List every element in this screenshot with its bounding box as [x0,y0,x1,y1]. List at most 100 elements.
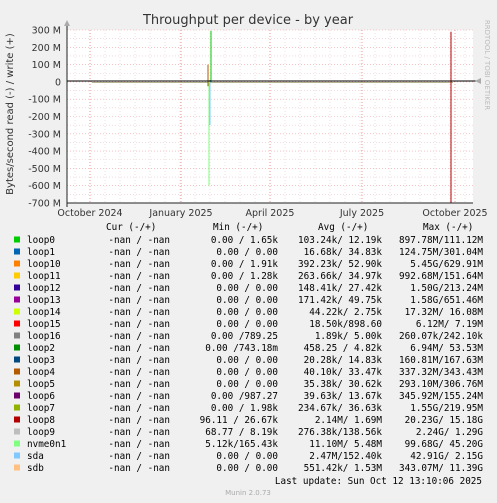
legend-avg-loop13: 171.42k/ 49.75k [298,295,382,306]
legend-max-nvme0n1: 99.68G/ 45.20G [405,439,484,450]
legend-max-loop0: 897.78M/111.12M [399,235,483,246]
legend-cur-loop5: -nan / -nan [108,379,170,390]
legend-min-loop3: 0.00 / 0.00 [216,355,278,366]
legend-avg-loop15: 18.50k/898.60 [309,319,382,330]
legend-min-loop1: 0.00 / 0.00 [216,247,278,258]
y-tick-label: -600 M [28,181,61,192]
legend-avg-nvme0n1: 11.10M/ 5.48M [309,439,382,450]
legend-cur-loop4: -nan / -nan [108,367,170,378]
legend-min-loop7: 0.00 / 1.98k [211,403,279,414]
y-tick-label: -500 M [28,164,61,175]
legend-swatch-sda [14,452,20,459]
legend-cur-loop14: -nan / -nan [108,307,170,318]
legend-max-loop8: 20.23G/ 15.18G [405,415,484,426]
legend-cur-loop0: -nan / -nan [108,235,170,246]
legend-min-loop0: 0.00 / 1.65k [211,235,279,246]
legend-name-loop13: loop13 [27,295,61,306]
legend-cur-loop3: -nan / -nan [108,355,170,366]
y-tick-labels: 300 M 200 M 100 M 0 -100 M -200 M -300 M -400 M… [28,26,61,210]
legend-name-loop0: loop0 [27,235,55,246]
legend-swatch-loop0 [14,236,20,243]
legend-swatch-loop10 [14,260,20,267]
legend-name-nvme0n1: nvme0n1 [27,439,66,450]
legend-min-loop9: 68.77 / 8.19k [205,427,278,438]
legend-avg-loop4: 40.10k/ 33.47k [304,367,383,378]
legend-min-sdb: 0.00 / 0.00 [216,463,278,474]
legend-name-loop16: loop16 [27,331,61,342]
legend-name-loop15: loop15 [27,319,61,330]
legend-cur-sdb: -nan / -nan [108,463,170,474]
legend-avg-loop1: 16.68k/ 34.83k [304,247,383,258]
legend-min-loop12: 0.00 / 0.00 [216,283,278,294]
legend-avg-loop16: 1.89k/ 5.00k [315,331,383,342]
legend-swatch-loop13 [14,296,20,303]
legend-min-loop8: 96.11 / 26.67k [200,415,279,426]
legend-name-loop7: loop7 [27,403,55,414]
legend-max-loop5: 293.10M/306.76M [399,379,483,390]
legend: Cur (-/+) Min (-/+) Avg (-/+) Max (-/+) … [14,222,483,474]
legend-max-loop9: 2.24G/ 1.29G [416,427,484,438]
legend-max-loop6: 345.92M/155.24M [399,391,483,402]
legend-swatch-loop4 [14,368,20,375]
legend-swatch-loop3 [14,356,20,363]
legend-max-loop2: 6.94M/ 53.53M [410,343,483,354]
legend-swatch-loop8 [14,416,20,423]
legend-cur-loop11: -nan / -nan [108,271,170,282]
legend-min-loop14: 0.00 / 0.00 [216,307,278,318]
legend-min-sda: 0.00 / 0.00 [216,451,278,462]
legend-name-loop3: loop3 [27,355,55,366]
legend-swatch-loop12 [14,284,20,291]
legend-swatch-loop2 [14,344,20,351]
legend-avg-loop9: 276.38k/138.56k [298,427,382,438]
y-axis-arrow-icon [64,20,70,26]
legend-avg-loop3: 20.28k/ 14.83k [304,355,383,366]
legend-avg-loop11: 263.66k/ 34.97k [298,271,382,282]
legend-max-loop12: 1.50G/213.24M [410,283,483,294]
y-tick-label: 0 [55,77,61,88]
legend-avg-loop12: 148.41k/ 27.42k [298,283,382,294]
legend-max-loop14: 17.32M/ 16.08M [405,307,484,318]
legend-name-loop4: loop4 [27,367,55,378]
legend-header-min: Min (-/+) [213,222,263,233]
x-tick-label: July 2025 [339,208,384,219]
legend-swatch-loop16 [14,332,20,339]
legend-name-loop2: loop2 [27,343,55,354]
legend-max-loop10: 5.45G/629.91M [410,259,483,270]
rrdtool-watermark: RRDTOOL / TOBI OETIKER [483,20,491,110]
legend-cur-loop12: -nan / -nan [108,283,170,294]
legend-name-sda: sda [27,451,44,462]
legend-avg-sdb: 551.42k/ 1.53M [304,463,383,474]
legend-avg-loop10: 392.23k/ 52.90k [298,259,382,270]
legend-cur-sda: -nan / -nan [108,451,170,462]
legend-swatch-sdb [14,464,20,471]
y-tick-label: -300 M [28,129,61,140]
legend-swatch-nvme0n1 [14,440,20,447]
legend-avg-sda: 2.47M/152.40k [309,451,382,462]
x-tick-label: January 2025 [148,208,212,219]
legend-name-sdb: sdb [27,463,44,474]
legend-swatch-loop11 [14,272,20,279]
legend-cur-loop9: -nan / -nan [108,427,170,438]
legend-name-loop1: loop1 [27,247,55,258]
legend-min-loop6: 0.00 /987.27 [211,391,278,402]
legend-max-loop11: 992.68M/151.64M [399,271,483,282]
x-tick-label: October 2025 [422,208,487,219]
legend-max-loop4: 337.32M/343.43M [399,367,483,378]
legend-cur-loop8: -nan / -nan [108,415,170,426]
legend-avg-loop6: 39.63k/ 13.67k [304,391,383,402]
y-axis-label: Bytes/second read (-) / write (+) [5,33,16,195]
legend-swatch-loop15 [14,320,20,327]
legend-avg-loop8: 2.14M/ 1.69M [315,415,383,426]
x-axis-arrow-icon [475,78,481,84]
legend-max-sda: 42.91G/ 2.15G [410,451,483,462]
legend-min-loop5: 0.00 / 0.00 [216,379,278,390]
y-tick-label: 300 M [32,26,61,37]
legend-swatch-loop7 [14,404,20,411]
legend-name-loop10: loop10 [27,259,61,270]
legend-min-loop16: 0.00 /789.25 [211,331,278,342]
legend-name-loop5: loop5 [27,379,55,390]
throughput-chart: Throughput per device - by year Bytes/se… [5,13,491,497]
legend-name-loop9: loop9 [27,427,55,438]
y-tick-label: -700 M [28,199,61,210]
legend-max-sdb: 343.07M/ 11.39G [399,463,483,474]
